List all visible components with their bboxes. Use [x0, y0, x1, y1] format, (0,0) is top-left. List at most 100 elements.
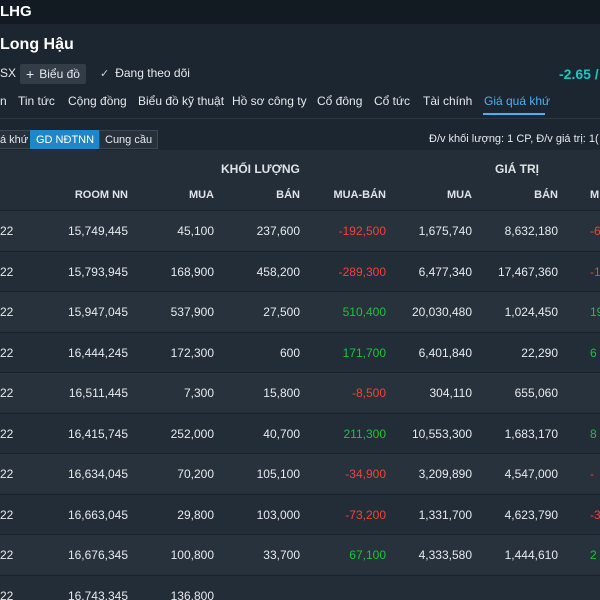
cell-net: -73,200: [345, 507, 386, 522]
cell-vlast: -: [590, 467, 594, 481]
col-header-buy: MUA: [188, 189, 214, 201]
cell-vbuy: 10,553,300: [411, 426, 472, 441]
col-header-value-net: M: [590, 189, 600, 201]
cell-buy: 70,200: [177, 467, 214, 481]
cell-date: 22: [0, 426, 14, 441]
cell-buy: 100,800: [170, 548, 214, 562]
col-header-room: ROOM NN: [74, 189, 128, 201]
cell-net: -192,500: [338, 224, 386, 238]
cell-net: 67,100: [349, 548, 386, 562]
table-row: 22 15,793,945 168,900 458,200 -289,300 6,477,…: [0, 250, 600, 291]
cell-buy: 168,900: [170, 264, 214, 279]
subtab-supply-demand[interactable]: Cung cầu: [99, 130, 159, 149]
cell-sell: 237,600: [256, 224, 300, 238]
cell-vbuy: 3,209,890: [418, 467, 472, 481]
chart-button[interactable]: + Biểu đồ: [20, 64, 86, 84]
tab-community[interactable]: Cộng đồng: [68, 94, 127, 108]
cell-sell: 458,200: [256, 264, 300, 279]
cell-vbuy: 6,401,840: [418, 345, 472, 360]
table-row: 22 16,663,045 29,800 103,000 -73,200 1,331,70…: [0, 493, 600, 534]
cell-buy: 172,300: [170, 345, 214, 360]
cell-vsell: 1,024,450: [504, 305, 558, 319]
cell-date: 22: [0, 386, 14, 400]
cell-date: 22: [0, 507, 14, 522]
col-header-value-sell: BÁN: [534, 189, 558, 201]
cell-room: 16,676,345: [67, 548, 128, 562]
cell-vsell: 17,467,360: [497, 264, 558, 279]
cell-room: 16,663,045: [67, 507, 128, 522]
cell-vlast: -3: [590, 507, 600, 522]
cell-net: -289,300: [338, 264, 386, 279]
cell-date: 22: [0, 548, 14, 562]
table-row: 22 15,749,445 45,100 237,600 -192,500 1,675,7…: [0, 210, 600, 250]
cell-sell: 40,700: [263, 426, 300, 441]
table-row: 22 16,743,345 136,800: [0, 574, 600, 600]
cell-net: 171,700: [342, 345, 386, 360]
table-row: 22 16,415,745 252,000 40,700 211,300 10,553,3…: [0, 412, 600, 453]
cell-vsell: 22,290: [521, 345, 558, 360]
cell-buy: 29,800: [177, 507, 214, 522]
tab-company-profile[interactable]: Hồ sơ công ty: [232, 94, 307, 108]
cell-sell: 27,500: [263, 305, 300, 319]
cell-net: 510,400: [342, 305, 386, 319]
col-header-value-buy: MUA: [446, 189, 472, 201]
cell-vsell: 4,623,790: [504, 507, 558, 522]
cell-buy: 136,800: [170, 588, 214, 600]
chart-button-label: Biểu đồ: [39, 67, 80, 81]
tab-financials[interactable]: Tài chính: [423, 94, 472, 108]
cell-buy: 45,100: [177, 224, 214, 238]
cell-vsell: 1,683,170: [504, 426, 558, 441]
ticker-symbol: LHG: [0, 3, 32, 20]
plus-icon: +: [26, 66, 35, 82]
cell-vbuy: 6,477,340: [418, 264, 472, 279]
cell-vbuy: 4,333,580: [418, 548, 472, 562]
cell-buy: 7,300: [183, 386, 214, 400]
check-icon: ✓: [100, 67, 110, 80]
cell-sell: 105,100: [256, 467, 300, 481]
follow-button[interactable]: ✓ Đang theo dõi: [100, 66, 190, 80]
table-row: 22 16,634,045 70,200 105,100 -34,900 3,209,89…: [0, 453, 600, 493]
cell-date: 22: [0, 588, 14, 600]
tab-overview[interactable]: n: [0, 94, 7, 108]
cell-vsell: 4,547,000: [504, 467, 558, 481]
tab-dividends[interactable]: Cổ tức: [374, 94, 410, 108]
cell-room: 16,634,045: [67, 467, 128, 481]
cell-vbuy: 304,110: [429, 386, 473, 400]
col-header-net: MUA-BÁN: [333, 189, 386, 201]
tab-technical-chart[interactable]: Biểu đồ kỹ thuật: [138, 94, 224, 108]
price-change: -2.65 /: [559, 66, 599, 82]
cell-room: 15,793,945: [67, 264, 128, 279]
cell-sell: 15,800: [263, 386, 300, 400]
cell-room: 16,511,445: [68, 386, 128, 400]
cell-vlast: 6: [590, 345, 597, 360]
unit-note: Đ/v khối lượng: 1 CP, Đ/v giá trị: 1(: [429, 133, 599, 145]
exchange-label: SX: [0, 66, 17, 80]
subtab-foreign-trading[interactable]: GD NĐTNN: [30, 130, 101, 149]
cell-vbuy: 1,331,700: [418, 507, 472, 522]
cell-room: 15,749,445: [67, 224, 128, 238]
cell-vbuy: 1,675,740: [418, 224, 472, 238]
cell-vsell: 8,632,180: [504, 224, 558, 238]
cell-date: 22: [0, 264, 14, 279]
tab-shareholders[interactable]: Cổ đông: [317, 94, 362, 108]
cell-net: -8,500: [351, 386, 386, 400]
active-tab-indicator: [483, 113, 545, 115]
top-bar: LHG: [0, 0, 600, 24]
cell-vsell: 655,060: [514, 386, 558, 400]
cell-vlast: -10: [590, 264, 600, 279]
stock-toolbar: SX + Biểu đồ ✓ Đang theo dõi -2.65 /: [0, 64, 600, 84]
cell-vlast: 19: [590, 305, 600, 319]
tab-price-history[interactable]: Giá quá khứ: [484, 94, 550, 108]
table-row: 22 16,444,245 172,300 600 171,700 6,401,840 22…: [0, 331, 600, 372]
main-tabs: n Tin tức Cộng đồng Biểu đồ kỹ thuật Hồ …: [0, 94, 600, 116]
cell-vlast: 2: [590, 548, 597, 562]
cell-vlast: 8: [590, 426, 597, 441]
table-row: 22 15,947,045 537,900 27,500 510,400 20,030,4…: [0, 291, 600, 331]
tab-news[interactable]: Tin tức: [18, 94, 55, 108]
cell-sell: 33,700: [263, 548, 300, 562]
cell-sell: 103,000: [256, 507, 300, 522]
cell-buy: 537,900: [170, 305, 214, 319]
company-name: Long Hậu: [0, 36, 74, 53]
cell-vlast: -6: [590, 224, 600, 238]
cell-sell: 600: [279, 345, 300, 360]
